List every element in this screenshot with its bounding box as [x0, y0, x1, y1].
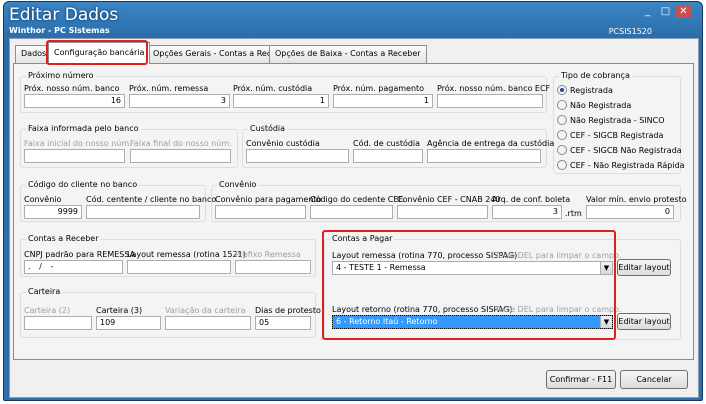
label-cedente-cef: Código do cedente CEF.	[310, 195, 405, 204]
dias-protesto-input[interactable]: 05	[255, 316, 311, 330]
cod-custodia-input[interactable]	[353, 149, 423, 163]
window-title: Editar Dados	[9, 5, 119, 25]
label-convenio-cnab: Convênio CEF - CNAB 240	[397, 195, 501, 204]
variacao-input[interactable]	[165, 316, 251, 330]
screen-code: PCSIS1520	[608, 27, 652, 36]
radio-nao-registrada-rapida[interactable]	[557, 160, 567, 170]
label-prox-pagamento: Próx. núm. pagamento	[333, 84, 425, 93]
label-faixa-inicial: Faixa inicial do nosso núm.	[24, 139, 132, 148]
prefixo-remessa-input[interactable]	[235, 260, 311, 274]
label-convenio: Convênio	[24, 195, 62, 204]
group-title: Faixa informada pelo banco	[26, 124, 141, 133]
prox-banco-input[interactable]: 16	[24, 94, 125, 108]
label-agencia-custodia: Agência de entrega da custódia	[427, 139, 555, 148]
faixa-final-input[interactable]	[130, 149, 231, 163]
window-subtitle: Winthor - PC Sistemas	[9, 26, 110, 35]
prox-remessa-input[interactable]: 3	[129, 94, 230, 108]
convenio-custodia-input[interactable]	[246, 149, 349, 163]
radio-sigcb-nao-registrada[interactable]	[557, 145, 567, 155]
convenio-cnab-input[interactable]	[397, 205, 488, 219]
highlight-contas-pagar	[322, 230, 616, 340]
editar-layout-retorno-button[interactable]: Editar layout	[617, 313, 671, 330]
label-cnpj: CNPJ padrão para REMESSA	[24, 250, 136, 259]
close-icon[interactable]: ✕	[676, 5, 691, 18]
group-title: Custódia	[248, 124, 288, 133]
editar-layout-remessa-button[interactable]: Editar layout	[617, 259, 671, 276]
label-convenio-pagamento: Convênio para pagamento	[215, 195, 322, 204]
group-title: Tipo de cobrança	[559, 71, 632, 80]
label-convenio-custodia: Convênio custódia	[246, 139, 320, 148]
valor-protesto-input[interactable]: 0	[586, 205, 674, 219]
prox-pagamento-input[interactable]: 1	[333, 94, 433, 108]
confirm-button[interactable]: Confirmar - F11	[546, 370, 616, 389]
label-arq-boleta: Arq. de conf. boleta	[492, 195, 571, 204]
group-title: Convênio	[217, 180, 259, 189]
faixa-inicial-input[interactable]	[24, 149, 125, 163]
carteira-3-input[interactable]: 109	[96, 316, 161, 330]
label-faixa-final: Faixa final do nosso núm.	[130, 139, 232, 148]
prox-ecf-input[interactable]	[437, 94, 543, 108]
radio-label: CEF - SIGCB Registrada	[570, 131, 664, 140]
radio-label: CEF - Não Registrada Rápida	[570, 161, 685, 170]
arq-boleta-input[interactable]: 3	[492, 205, 562, 219]
label-prox-custodia: Próx. núm. custódia	[233, 84, 313, 93]
cod-cedente-input[interactable]	[86, 205, 200, 219]
group-title: Contas a Receber	[26, 234, 101, 243]
tab-opcoes-baixa[interactable]: Opções de Baixa - Contas a Receber	[269, 45, 427, 63]
radio-label: Registrada	[570, 86, 613, 95]
cancel-button[interactable]: Cancelar	[620, 370, 688, 389]
cedente-cef-input[interactable]	[310, 205, 393, 219]
group-title: Próximo número	[26, 71, 96, 80]
group-title: Carteira	[26, 287, 63, 296]
label-layout-remessa-1521: Layout remessa (rotina 1521)	[127, 250, 246, 259]
label-carteira-2: Carteira (2)	[24, 306, 71, 315]
carteira-2-input[interactable]	[24, 316, 92, 330]
agencia-custodia-input[interactable]	[427, 149, 541, 163]
cnpj-input[interactable]: . / -	[24, 260, 123, 274]
label-prox-remessa: Próx. núm. remessa	[129, 84, 209, 93]
group-title: Código do cliente no banco	[26, 180, 140, 189]
label-variacao: Variação da carteira	[165, 306, 246, 315]
label-dias-protesto: Dias de protesto	[255, 306, 321, 315]
label-prox-ecf: Próx. nosso núm. banco ECF	[437, 84, 551, 93]
group-carteira: Carteira	[20, 287, 316, 338]
layout-remessa-1521-input[interactable]	[127, 260, 231, 274]
convenio-input[interactable]: 9999	[24, 205, 82, 219]
label-cod-custodia: Cód. de custódia	[353, 139, 421, 148]
radio-registrada[interactable]	[557, 85, 567, 95]
convenio-pagamento-input[interactable]	[215, 205, 306, 219]
label-rtm: .rtm	[565, 209, 582, 218]
radio-nao-registrada[interactable]	[557, 100, 567, 110]
minimize-icon[interactable]: _	[640, 5, 655, 18]
label-prefixo-remessa: Prefixo Remessa	[235, 250, 301, 259]
label-carteira-3: Carteira (3)	[96, 306, 143, 315]
maximize-icon[interactable]: □	[658, 5, 673, 18]
radio-label: Não Registrada	[570, 101, 632, 110]
radio-label: CEF - SIGCB Não Registrada	[570, 146, 682, 155]
radio-sinco[interactable]	[557, 115, 567, 125]
label-cod-cedente: Cód. centente / cliente no banco	[86, 195, 217, 204]
radio-label: Não Registrada - SINCO	[570, 116, 665, 125]
label-prox-banco: Próx. nosso núm. banco	[24, 84, 120, 93]
radio-sigcb-registrada[interactable]	[557, 130, 567, 140]
highlight-tab	[46, 40, 148, 65]
label-valor-protesto: Valor mín. envio protesto	[586, 195, 687, 204]
prox-custodia-input[interactable]: 1	[233, 94, 329, 108]
